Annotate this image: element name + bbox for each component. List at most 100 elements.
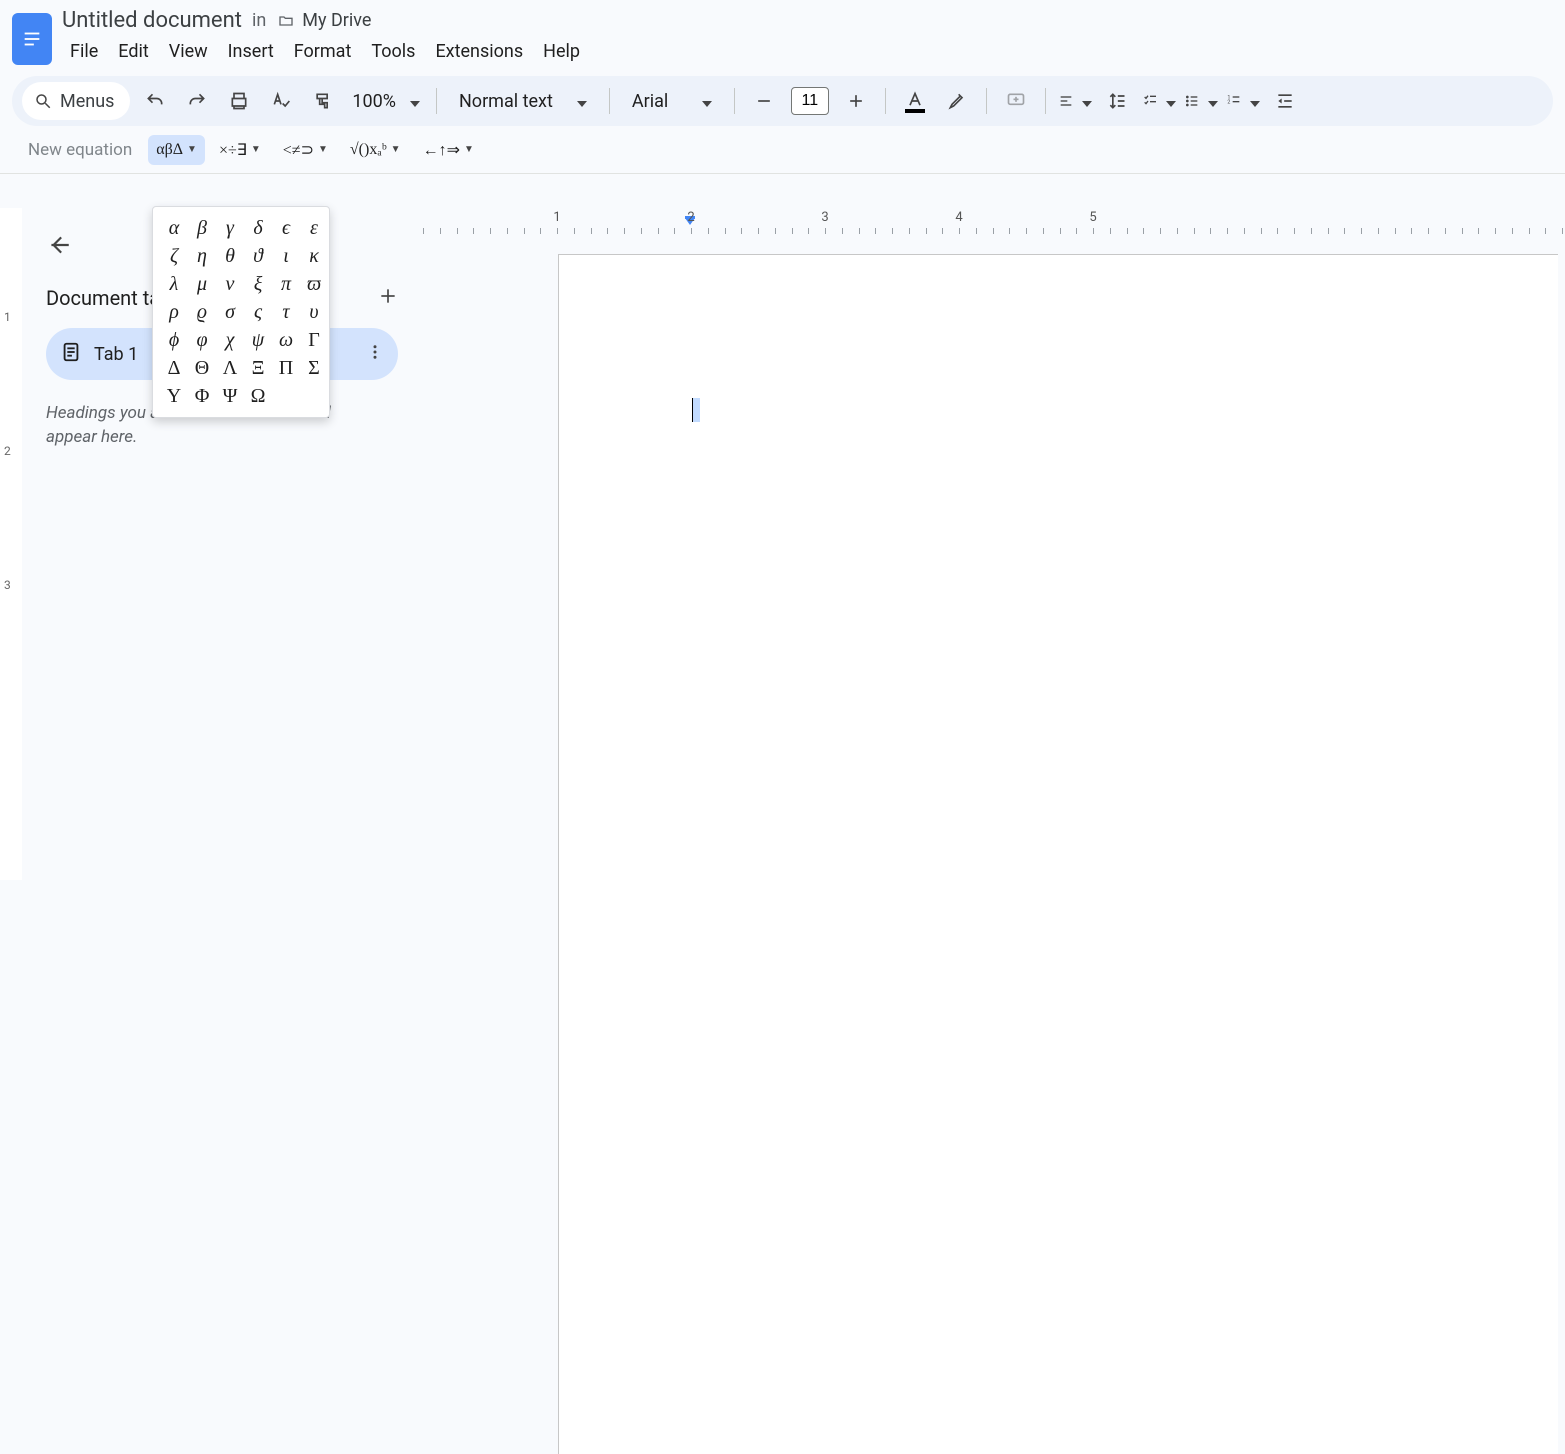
tab-page-icon xyxy=(60,341,82,367)
paragraph-style-dropdown[interactable]: Normal text xyxy=(449,91,597,112)
search-menus[interactable]: Menus xyxy=(22,82,130,120)
greek-symbol[interactable]: Π xyxy=(273,355,299,381)
spellcheck-button[interactable] xyxy=(264,84,298,118)
greek-symbol[interactable]: ρ xyxy=(161,299,187,325)
greek-symbol[interactable]: Ω xyxy=(245,383,271,409)
align-dropdown[interactable] xyxy=(1058,84,1092,118)
greek-symbol[interactable]: α xyxy=(161,215,187,241)
tab-more-button[interactable] xyxy=(366,343,384,365)
separator xyxy=(1045,88,1046,114)
chevron-down-icon xyxy=(1160,92,1176,111)
greek-symbol[interactable]: Λ xyxy=(217,355,243,381)
greek-symbol[interactable]: κ xyxy=(301,243,327,269)
equation-operators-dropdown[interactable]: ×÷∃▼ xyxy=(211,134,269,166)
menu-insert[interactable]: Insert xyxy=(220,37,282,66)
menu-view[interactable]: View xyxy=(161,37,216,66)
location-folder[interactable]: My Drive xyxy=(276,10,371,31)
greek-symbol[interactable]: γ xyxy=(217,215,243,241)
highlight-color-button[interactable] xyxy=(940,84,974,118)
greek-symbol[interactable]: σ xyxy=(217,299,243,325)
greek-symbol[interactable]: ϖ xyxy=(301,271,327,297)
equation-arrows-dropdown[interactable]: ←↑⇒▼ xyxy=(415,134,482,166)
document-title[interactable]: Untitled document xyxy=(62,8,242,33)
separator xyxy=(609,88,610,114)
greek-symbol[interactable]: μ xyxy=(189,271,215,297)
new-equation-button[interactable]: New equation xyxy=(18,134,142,166)
greek-symbol[interactable]: τ xyxy=(273,299,299,325)
menu-format[interactable]: Format xyxy=(286,37,360,66)
vruler-number: 1 xyxy=(4,310,11,324)
docs-app-icon[interactable] xyxy=(12,13,52,65)
text-color-button[interactable] xyxy=(898,84,932,118)
print-button[interactable] xyxy=(222,84,256,118)
separator xyxy=(734,88,735,114)
greek-symbol[interactable]: Ξ xyxy=(245,355,271,381)
increase-font-size-button[interactable] xyxy=(839,84,873,118)
chevron-down-icon xyxy=(1076,92,1092,111)
main-toolbar: Menus 100% Normal text Arial 12 xyxy=(12,76,1553,126)
greek-symbol[interactable]: ζ xyxy=(161,243,187,269)
greek-symbol[interactable]: Σ xyxy=(301,355,327,381)
greek-symbol[interactable]: Γ xyxy=(301,327,327,353)
greek-symbol[interactable]: Υ xyxy=(161,383,187,409)
paint-format-button[interactable] xyxy=(306,84,340,118)
document-page[interactable] xyxy=(558,254,1558,1454)
menu-help[interactable]: Help xyxy=(535,37,588,66)
collapse-outline-button[interactable] xyxy=(46,232,72,262)
chevron-down-icon xyxy=(1202,92,1218,111)
menu-file[interactable]: File xyxy=(62,37,106,66)
greek-symbol[interactable]: θ xyxy=(217,243,243,269)
redo-button[interactable] xyxy=(180,84,214,118)
greek-symbol[interactable]: χ xyxy=(217,327,243,353)
greek-symbol[interactable]: λ xyxy=(161,271,187,297)
font-family-dropdown[interactable]: Arial xyxy=(622,91,722,112)
greek-symbol[interactable]: ν xyxy=(217,271,243,297)
equation-relations-dropdown[interactable]: <≠⊃▼ xyxy=(275,134,336,166)
numbered-list-dropdown[interactable]: 12 xyxy=(1226,84,1260,118)
separator xyxy=(986,88,987,114)
add-tab-button[interactable] xyxy=(378,286,398,310)
equation-math-dropdown[interactable]: √()xₐᵇ▼ xyxy=(342,135,409,165)
greek-symbol[interactable]: ι xyxy=(273,243,299,269)
bulleted-list-dropdown[interactable] xyxy=(1184,84,1218,118)
equation-greek-dropdown[interactable]: αβΔ▼ xyxy=(148,135,205,165)
greek-symbol[interactable]: η xyxy=(189,243,215,269)
menubar: File Edit View Insert Format Tools Exten… xyxy=(62,35,588,66)
greek-symbol[interactable]: φ xyxy=(189,327,215,353)
greek-symbol[interactable]: ξ xyxy=(245,271,271,297)
greek-symbol[interactable]: π xyxy=(273,271,299,297)
zoom-dropdown[interactable]: 100% xyxy=(348,91,424,112)
separator xyxy=(885,88,886,114)
greek-symbol[interactable]: Ψ xyxy=(217,383,243,409)
line-spacing-button[interactable] xyxy=(1100,84,1134,118)
greek-symbol[interactable]: δ xyxy=(245,215,271,241)
menu-tools[interactable]: Tools xyxy=(363,37,423,66)
greek-letters-panel: αβγδϵε ζηθϑικ λμνξπϖ ρϱσςτυ ϕφχψωΓ ΔΘΛΞΠΣ ΥΦΨΩ xyxy=(152,206,330,418)
checklist-dropdown[interactable] xyxy=(1142,84,1176,118)
vertical-ruler[interactable]: 123 xyxy=(0,208,22,880)
greek-symbol[interactable]: υ xyxy=(301,299,327,325)
greek-symbol[interactable]: ψ xyxy=(245,327,271,353)
greek-symbol[interactable]: ϕ xyxy=(161,327,187,353)
greek-symbol[interactable]: ς xyxy=(245,299,271,325)
greek-symbol[interactable]: ω xyxy=(273,327,299,353)
chevron-down-icon xyxy=(1244,92,1260,111)
undo-button[interactable] xyxy=(138,84,172,118)
greek-symbol[interactable]: ϵ xyxy=(273,215,299,241)
greek-symbol[interactable]: ϑ xyxy=(245,243,271,269)
menu-edit[interactable]: Edit xyxy=(110,37,156,66)
menu-extensions[interactable]: Extensions xyxy=(427,37,531,66)
decrease-indent-button[interactable] xyxy=(1268,84,1302,118)
greek-symbol[interactable]: Φ xyxy=(189,383,215,409)
font-family-value: Arial xyxy=(632,91,668,112)
decrease-font-size-button[interactable] xyxy=(747,84,781,118)
greek-symbol[interactable]: Θ xyxy=(189,355,215,381)
font-size-input[interactable] xyxy=(791,87,829,115)
greek-symbol[interactable]: ϱ xyxy=(189,299,215,325)
add-comment-button[interactable] xyxy=(999,84,1033,118)
greek-symbol[interactable]: ε xyxy=(301,215,327,241)
greek-symbol[interactable]: Δ xyxy=(161,355,187,381)
separator xyxy=(436,88,437,114)
greek-symbol[interactable]: β xyxy=(189,215,215,241)
paragraph-style-value: Normal text xyxy=(459,91,553,112)
